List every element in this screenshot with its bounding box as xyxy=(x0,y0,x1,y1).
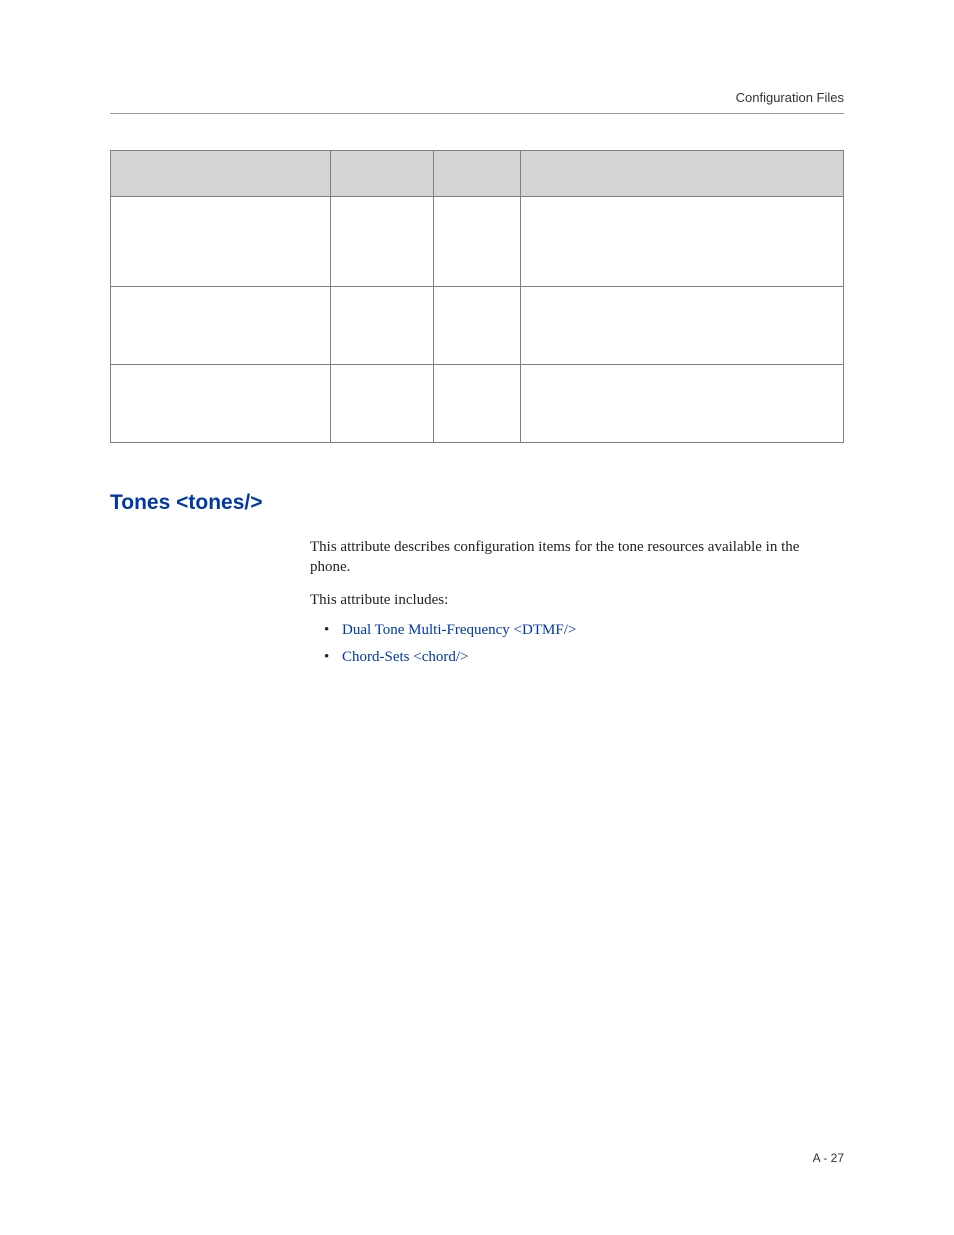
table-header-cell xyxy=(111,151,331,197)
table-cell xyxy=(330,197,433,287)
table-header-cell xyxy=(433,151,521,197)
table-cell xyxy=(433,197,521,287)
link-dtmf[interactable]: Dual Tone Multi-Frequency <DTMF/> xyxy=(342,622,576,638)
table-header-cell xyxy=(330,151,433,197)
table-row xyxy=(111,287,844,365)
section-paragraph: This attribute includes: xyxy=(310,590,834,610)
table-cell xyxy=(521,287,844,365)
section-body: This attribute describes configuration i… xyxy=(310,537,834,666)
table-cell xyxy=(433,287,521,365)
page-number: A - 27 xyxy=(813,1151,844,1165)
list-item: Chord-Sets <chord/> xyxy=(328,649,834,666)
table-row xyxy=(111,197,844,287)
link-chord[interactable]: Chord-Sets <chord/> xyxy=(342,649,469,665)
table-cell xyxy=(433,365,521,443)
table-cell xyxy=(330,365,433,443)
table-header-row xyxy=(111,151,844,197)
running-header: Configuration Files xyxy=(110,90,844,105)
list-item: Dual Tone Multi-Frequency <DTMF/> xyxy=(328,622,834,639)
table-cell xyxy=(111,365,331,443)
table-row xyxy=(111,365,844,443)
attributes-table xyxy=(110,150,844,443)
section-paragraph: This attribute describes configuration i… xyxy=(310,537,834,578)
table-cell xyxy=(330,287,433,365)
table-cell xyxy=(111,197,331,287)
table-cell xyxy=(521,197,844,287)
table-cell xyxy=(521,365,844,443)
bullet-list: Dual Tone Multi-Frequency <DTMF/> Chord-… xyxy=(310,622,834,666)
header-rule xyxy=(110,113,844,114)
section-heading-tones: Tones <tones/> xyxy=(110,491,844,515)
table-cell xyxy=(111,287,331,365)
table-header-cell xyxy=(521,151,844,197)
